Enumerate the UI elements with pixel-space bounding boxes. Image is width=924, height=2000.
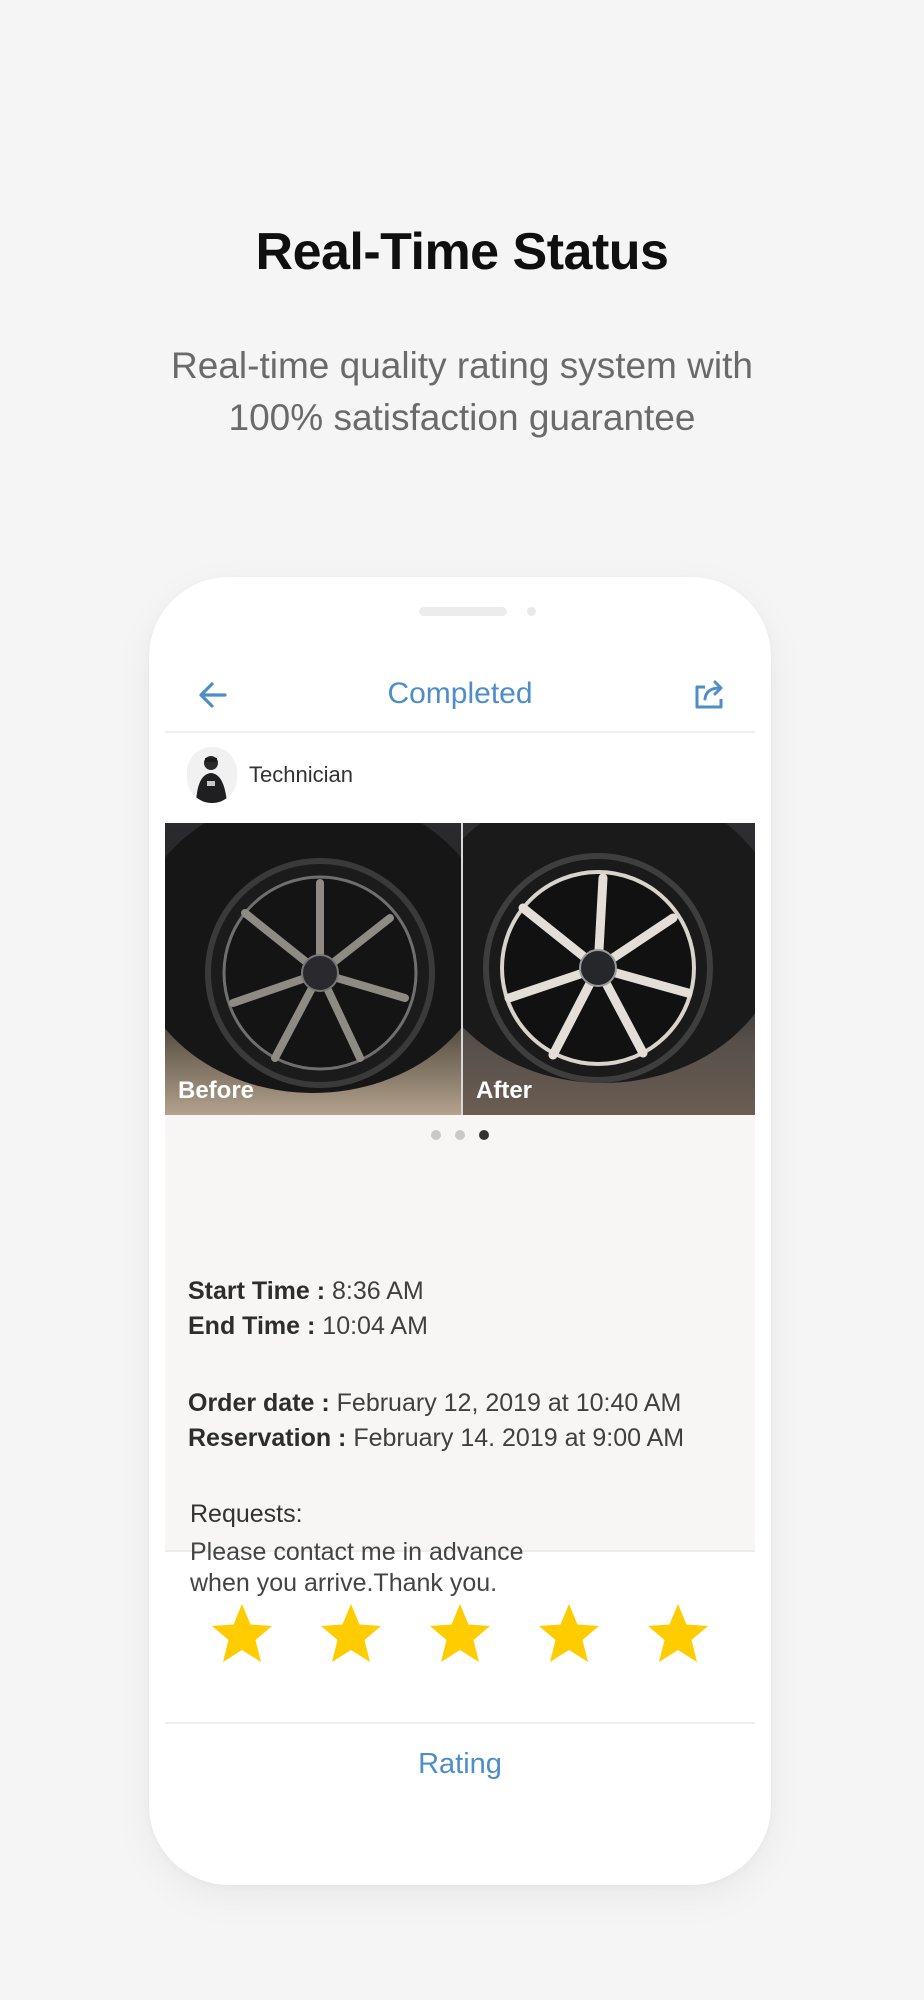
- page-subheadline: Real-time quality rating system with 100…: [0, 340, 924, 444]
- start-time-row: Start Time : 8:36 AM: [188, 1277, 424, 1306]
- before-label: Before: [178, 1077, 255, 1104]
- end-time-key: End Time :: [188, 1312, 316, 1340]
- start-time-key: Start Time :: [188, 1277, 326, 1305]
- technician-avatar: [187, 747, 237, 803]
- before-photo: Before: [165, 823, 461, 1115]
- after-photo: After: [463, 823, 755, 1115]
- requests-title: Requests:: [190, 1500, 303, 1528]
- technician-row[interactable]: Technician: [165, 747, 755, 809]
- order-details: Start Time : 8:36 AM End Time : 10:04 AM…: [165, 1115, 755, 1597]
- carousel-dots: [165, 1130, 755, 1140]
- page-headline: Real-Time Status: [255, 223, 669, 281]
- after-label: After: [476, 1077, 533, 1104]
- rating-button[interactable]: Rating: [165, 1748, 755, 1781]
- photo-carousel[interactable]: Before After: [165, 823, 755, 1115]
- carousel-dot[interactable]: [455, 1130, 465, 1140]
- start-time-value: 8:36 AM: [332, 1277, 424, 1305]
- star-icon[interactable]: [428, 1602, 492, 1666]
- reservation-key: Reservation :: [188, 1424, 347, 1452]
- star-icon[interactable]: [319, 1602, 383, 1666]
- star-rating[interactable]: [165, 1602, 755, 1682]
- end-time-value: 10:04 AM: [322, 1312, 428, 1340]
- share-icon: [695, 680, 723, 709]
- requests-line-1: Please contact me in advance: [190, 1538, 524, 1566]
- requests-line-2: when you arrive.Thank you.: [190, 1569, 498, 1597]
- share-button[interactable]: [689, 675, 729, 715]
- star-icon[interactable]: [210, 1602, 274, 1666]
- order-status-title: Completed: [387, 677, 533, 710]
- subheadline-line-2: 100% satisfaction guarantee: [228, 397, 696, 438]
- reservation-value: February 14. 2019 at 9:00 AM: [353, 1424, 685, 1452]
- order-date-row: Order date : February 12, 2019 at 10:40 …: [188, 1389, 681, 1418]
- reservation-row: Reservation : February 14. 2019 at 9:00 …: [188, 1424, 684, 1453]
- order-date-key: Order date :: [188, 1389, 330, 1417]
- end-time-row: End Time : 10:04 AM: [188, 1312, 428, 1341]
- order-date-value: February 12, 2019 at 10:40 AM: [336, 1389, 682, 1417]
- requests-text: Please contact me in advance when you ar…: [190, 1537, 524, 1599]
- app-screen: Completed Technician Before After Start …: [165, 577, 755, 1885]
- phone-mockup: Completed Technician Before After Start …: [149, 577, 771, 1885]
- star-icon[interactable]: [646, 1602, 710, 1666]
- rating-separator: [165, 1722, 755, 1724]
- nav-bar: Completed: [165, 657, 755, 733]
- carousel-dot[interactable]: [431, 1130, 441, 1140]
- star-icon[interactable]: [537, 1602, 601, 1666]
- carousel-dot[interactable]: [479, 1130, 489, 1140]
- subheadline-line-1: Real-time quality rating system with: [171, 345, 753, 386]
- technician-label: Technician: [249, 762, 353, 787]
